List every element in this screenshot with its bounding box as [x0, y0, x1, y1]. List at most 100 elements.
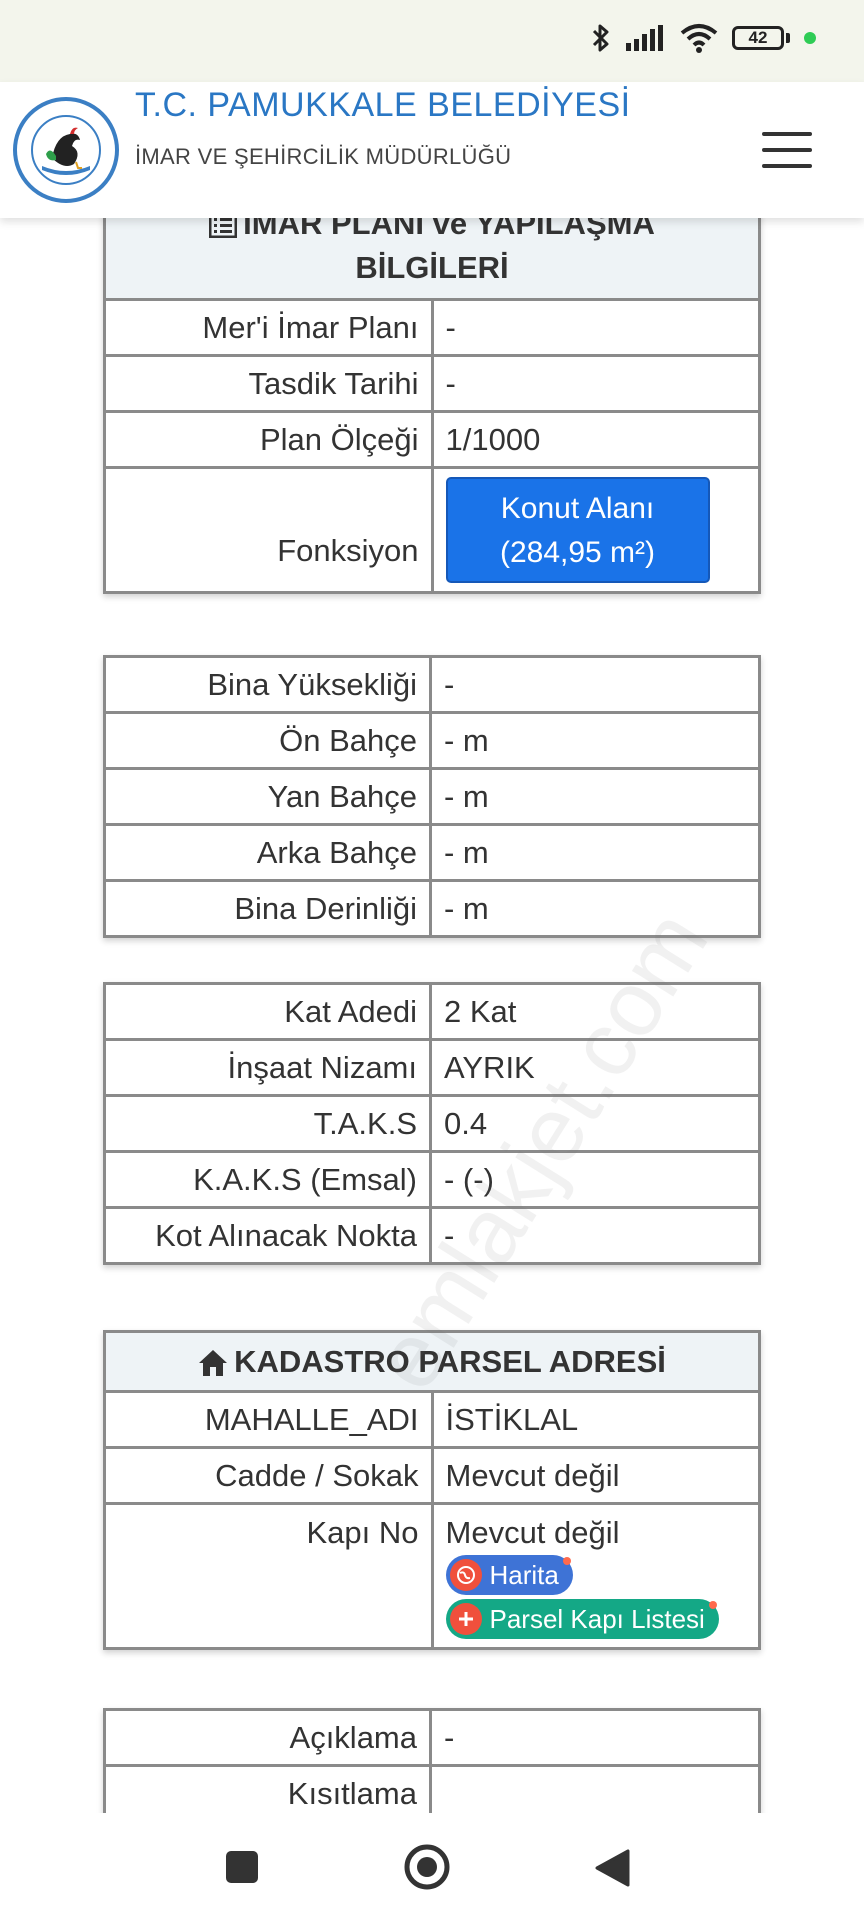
- fonksiyon-value: Konut Alanı (284,95 m²): [430, 466, 761, 594]
- row-value: -: [429, 1206, 761, 1265]
- table-row: K.A.K.S (Emsal) - (-): [103, 1150, 761, 1209]
- kadastro-title: KADASTRO PARSEL ADRESİ: [234, 1343, 666, 1379]
- site-title[interactable]: T.C. PAMUKKALE BELEDİYESİ: [135, 86, 631, 125]
- table-row: Arka Bahçe - m: [103, 823, 761, 882]
- municipality-logo[interactable]: [12, 96, 120, 204]
- table-row: Plan Ölçeği 1/1000: [103, 410, 761, 469]
- table-row: Açıklama -: [103, 1708, 761, 1767]
- battery-level: 42: [732, 26, 784, 50]
- page-content[interactable]: İMAR PLANI ve YAPILAŞMA BİLGİLERİ Mer'i …: [0, 218, 864, 1813]
- status-icons: 42: [590, 22, 816, 54]
- table-row: Kot Alınacak Nokta -: [103, 1206, 761, 1265]
- row-value: - m: [429, 879, 761, 938]
- row-value: -: [430, 354, 761, 413]
- imar-plan-title-line1: İMAR PLANI ve YAPILAŞMA: [243, 218, 655, 241]
- privacy-indicator: [804, 32, 816, 44]
- imar-plan-header: İMAR PLANI ve YAPILAŞMA BİLGİLERİ: [103, 218, 761, 301]
- row-label: T.A.K.S: [103, 1094, 432, 1153]
- row-label: Ön Bahçe: [103, 711, 432, 770]
- row-label: Mer'i İmar Planı: [103, 298, 434, 357]
- row-label: İnşaat Nizamı: [103, 1038, 432, 1097]
- fonksiyon-label: Fonksiyon: [103, 466, 434, 594]
- plus-circle-icon: [449, 1603, 482, 1635]
- menu-icon-bar: [762, 164, 812, 168]
- bluetooth-icon: [592, 24, 609, 52]
- row-value: - m: [429, 823, 761, 882]
- back-button[interactable]: [594, 1849, 630, 1887]
- parsel-kapi-listesi-label: Parsel Kapı Listesi: [489, 1603, 705, 1634]
- table-row: Bina Derinliği - m: [103, 879, 761, 938]
- status-bar: 42: [0, 0, 864, 82]
- row-label: Cadde / Sokak: [103, 1446, 434, 1505]
- kapi-no-value-cell: Mevcut değil Harita Parsel Kapı Listesi: [430, 1502, 761, 1650]
- konut-alani-button[interactable]: Konut Alanı (284,95 m²): [445, 477, 710, 583]
- konut-alani-label: Konut Alanı: [500, 492, 655, 525]
- row-value: [429, 1764, 761, 1813]
- parsel-kapi-listesi-button[interactable]: Parsel Kapı Listesi: [445, 1599, 719, 1639]
- recent-apps-button[interactable]: [226, 1851, 258, 1883]
- row-value: -: [430, 298, 761, 357]
- row-value: İSTİKLAL: [430, 1390, 761, 1449]
- row-label: Bina Derinliği: [103, 879, 432, 938]
- table-row: Kısıtlama: [103, 1764, 761, 1813]
- row-value: 1/1000: [430, 410, 761, 469]
- table-row: Cadde / Sokak Mevcut değil: [103, 1446, 761, 1505]
- row-label: Arka Bahçe: [103, 823, 432, 882]
- row-value: - m: [429, 767, 761, 826]
- row-label: MAHALLE_ADI: [103, 1390, 434, 1449]
- table-row: Kat Adedi 2 Kat: [103, 982, 761, 1041]
- row-value: -: [429, 655, 761, 714]
- signal-icon: [626, 25, 663, 51]
- imar-plan-title-line2: BİLGİLERİ: [355, 249, 509, 285]
- row-label: Kat Adedi: [103, 982, 432, 1041]
- row-label: Tasdik Tarihi: [103, 354, 434, 413]
- kadastro-table: KADASTRO PARSEL ADRESİ MAHALLE_ADI İSTİK…: [103, 1330, 761, 1650]
- menu-icon-bar: [762, 132, 812, 136]
- konut-alani-area: (284,95 m²): [499, 536, 656, 569]
- table-row: MAHALLE_ADI İSTİKLAL: [103, 1390, 761, 1449]
- hamburger-menu-button[interactable]: [762, 132, 812, 168]
- row-label: Kısıtlama: [103, 1764, 432, 1813]
- kadastro-header: KADASTRO PARSEL ADRESİ: [103, 1330, 761, 1393]
- table-row: Fonksiyon Konut Alanı (284,95 m²): [103, 466, 761, 594]
- harita-label: Harita: [489, 1559, 559, 1590]
- kapi-no-label: Kapı No: [103, 1502, 434, 1650]
- row-label: Kot Alınacak Nokta: [103, 1206, 432, 1265]
- row-label: Açıklama: [103, 1708, 432, 1767]
- imar-plan-table: İMAR PLANI ve YAPILAŞMA BİLGİLERİ Mer'i …: [103, 218, 761, 594]
- list-icon: [209, 218, 238, 239]
- notification-dot: [562, 1557, 571, 1565]
- battery-icon: 42: [732, 26, 790, 50]
- row-value: - m: [429, 711, 761, 770]
- row-value: 2 Kat: [429, 982, 761, 1041]
- row-value: - (-): [429, 1150, 761, 1209]
- home-icon: [199, 1350, 228, 1377]
- row-value: Mevcut değil: [430, 1446, 761, 1505]
- row-value: 0.4: [429, 1094, 761, 1153]
- row-value: AYRIK: [429, 1038, 761, 1097]
- table-row: Bina Yüksekliği -: [103, 655, 761, 714]
- site-header: T.C. PAMUKKALE BELEDİYESİ İMAR VE ŞEHİRC…: [0, 82, 864, 218]
- wifi-icon: [680, 24, 718, 53]
- kapi-no-value: Mevcut değil: [445, 1515, 620, 1550]
- menu-icon-bar: [762, 148, 812, 152]
- table-row: Yan Bahçe - m: [103, 767, 761, 826]
- globe-icon: [449, 1559, 482, 1591]
- harita-button[interactable]: Harita: [445, 1555, 573, 1595]
- yapi-table: Bina Yüksekliği - Ön Bahçe - m Yan Bahçe…: [103, 655, 761, 938]
- table-row: Mer'i İmar Planı -: [103, 298, 761, 357]
- row-label: K.A.K.S (Emsal): [103, 1150, 432, 1209]
- kat-table: Kat Adedi 2 Kat İnşaat Nizamı AYRIK T.A.…: [103, 982, 761, 1265]
- home-button[interactable]: [404, 1844, 450, 1890]
- row-label: Bina Yüksekliği: [103, 655, 432, 714]
- table-row: T.A.K.S 0.4: [103, 1094, 761, 1153]
- notification-dot: [708, 1601, 717, 1609]
- row-label: Plan Ölçeği: [103, 410, 434, 469]
- table-row: Kapı No Mevcut değil Harita Parsel Kapı …: [103, 1502, 761, 1650]
- site-subtitle: İMAR VE ŞEHİRCİLİK MÜDÜRLÜĞÜ: [135, 144, 512, 169]
- table-row: İnşaat Nizamı AYRIK: [103, 1038, 761, 1097]
- system-nav-bar: [0, 1813, 864, 1920]
- aciklama-table: Açıklama - Kısıtlama: [103, 1708, 761, 1813]
- row-label: Yan Bahçe: [103, 767, 432, 826]
- table-row: Tasdik Tarihi -: [103, 354, 761, 413]
